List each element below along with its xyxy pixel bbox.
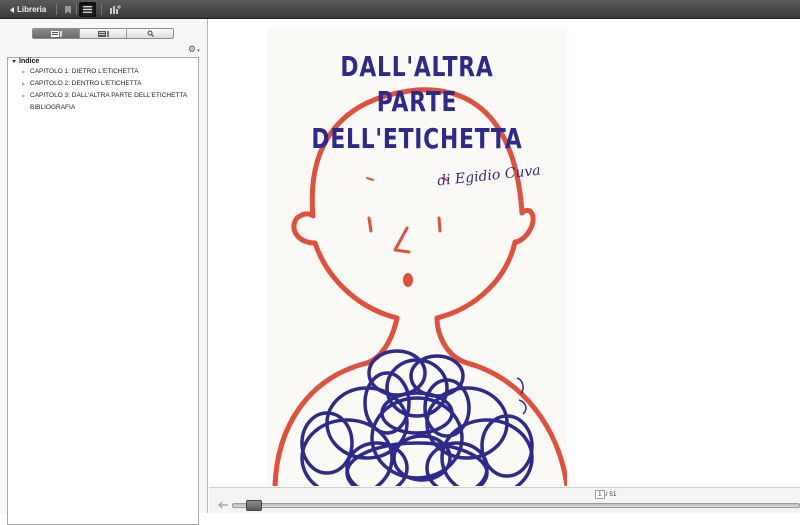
tab-search[interactable]	[127, 29, 173, 38]
add-bookmark-icon	[109, 5, 121, 14]
top-toolbar: Libreria	[0, 0, 800, 19]
toc-item-chapter-3[interactable]: CAPITOLO 3: DALL'ALTRA PARTE DELL'ETICHE…	[22, 92, 187, 99]
library-back-button[interactable]: Libreria	[10, 3, 46, 16]
chevron-down-icon: ▾	[197, 48, 200, 54]
disclosure-collapsed-icon[interactable]	[22, 81, 25, 86]
library-back-label: Libreria	[17, 5, 47, 14]
add-bookmark-button[interactable]	[108, 2, 122, 17]
thumbnails-icon	[97, 30, 109, 37]
toc-root-index[interactable]: Indice	[12, 58, 39, 65]
toc-item-label: CAPITOLO 1: DIETRO L'ETICHETTA	[30, 68, 139, 75]
toc-item-label: CAPITOLO 2: DENTRO L'ETICHETTA	[30, 80, 142, 87]
list-view-icon	[83, 6, 92, 13]
sidebar-settings-button[interactable]: ⚙▾	[188, 44, 200, 55]
tab-thumbnails[interactable]	[80, 29, 127, 38]
toolbar-divider	[101, 4, 102, 15]
current-page-field[interactable]: 1	[595, 490, 605, 499]
gear-icon: ⚙	[188, 44, 197, 54]
disclosure-collapsed-icon[interactable]	[22, 69, 25, 74]
back-arrow-icon	[10, 6, 14, 13]
toolbar-divider	[56, 4, 57, 15]
toc-item-bibliography[interactable]: BIBLIOGRAFIA	[22, 104, 75, 111]
back-arrow-icon[interactable]	[218, 501, 228, 509]
toc-item-label: BIBLIOGRAFIA	[30, 104, 76, 111]
page-navigation-bar: 1 / 51	[209, 487, 800, 513]
cover-title-line: DELL'ETICHETTA	[311, 122, 523, 155]
toc-item-chapter-2[interactable]: CAPITOLO 2: DENTRO L'ETICHETTA	[22, 80, 142, 87]
search-icon	[147, 30, 154, 37]
table-of-contents: Indice CAPITOLO 1: DIETRO L'ETICHETTA CA…	[7, 57, 199, 525]
toc-icon	[50, 30, 62, 37]
sidebar: ⚙▾ Indice CAPITOLO 1: DIETRO L'ETICHETTA…	[0, 19, 208, 525]
reader-area: DALL'ALTRA PARTE DELL'ETICHETTA di Egidi…	[209, 19, 800, 513]
cover-title-line: PARTE	[376, 85, 458, 118]
list-view-button[interactable]	[79, 2, 96, 17]
toc-root-label: Indice	[19, 58, 40, 65]
bookmark-button[interactable]	[62, 2, 74, 17]
tab-table-of-contents[interactable]	[33, 29, 80, 38]
toc-item-label: CAPITOLO 3: DALL'ALTRA PARTE DELL'ETICHE…	[30, 92, 188, 99]
sidebar-view-switcher	[32, 28, 174, 39]
total-pages-label: / 51	[605, 491, 617, 498]
bookmark-icon	[65, 5, 71, 14]
page-slider-track[interactable]	[232, 503, 800, 508]
toolbar-divider	[76, 4, 77, 15]
cover-title-line: DALL'ALTRA	[340, 50, 494, 83]
page-indicator: 1 / 51	[595, 490, 616, 499]
page-slider-thumb[interactable]	[246, 500, 262, 511]
disclosure-collapsed-icon[interactable]	[22, 93, 25, 98]
disclosure-expanded-icon[interactable]	[12, 60, 16, 63]
toc-item-chapter-1[interactable]: CAPITOLO 1: DIETRO L'ETICHETTA	[22, 68, 139, 75]
book-cover-page: DALL'ALTRA PARTE DELL'ETICHETTA di Egidi…	[267, 28, 567, 486]
